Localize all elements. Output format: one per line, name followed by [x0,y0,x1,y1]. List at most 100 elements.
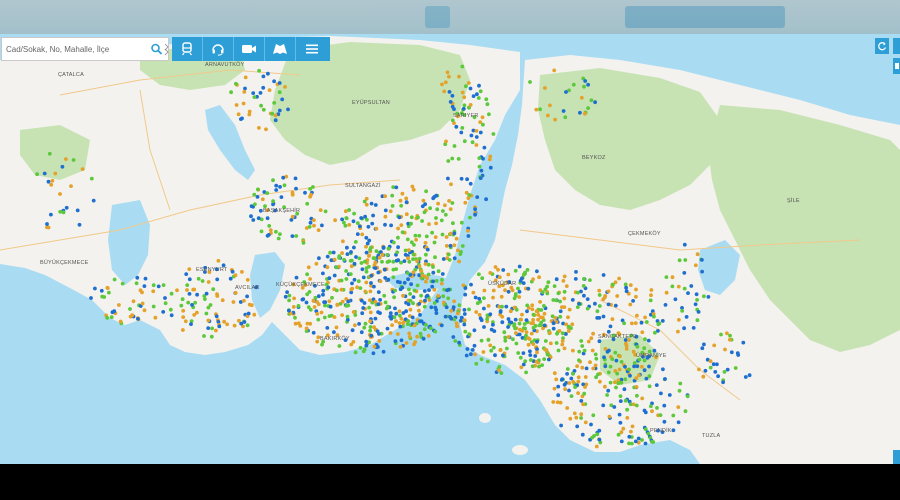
collapse-chevron-icon[interactable] [164,42,169,56]
facility-point[interactable] [249,303,254,308]
facility-point[interactable] [628,283,633,287]
facility-point[interactable] [466,81,471,85]
facility-point[interactable] [598,379,602,384]
facility-point[interactable] [424,189,428,194]
facility-point[interactable] [404,212,409,217]
facility-point[interactable] [661,367,665,372]
facility-point[interactable] [352,211,356,216]
facility-point[interactable] [723,347,727,352]
facility-point[interactable] [296,304,301,308]
facility-point[interactable] [531,318,535,322]
facility-point[interactable] [432,301,437,305]
facility-point[interactable] [733,366,738,370]
facility-point[interactable] [403,252,408,257]
facility-point[interactable] [670,275,675,280]
facility-point[interactable] [107,290,111,295]
facility-point[interactable] [266,71,270,76]
facility-point[interactable] [265,191,270,196]
facility-point[interactable] [606,302,611,307]
facility-point[interactable] [519,317,523,322]
facility-point[interactable] [564,90,568,94]
facility-point[interactable] [478,130,483,135]
facility-point[interactable] [258,91,263,95]
facility-point[interactable] [501,268,506,272]
facility-point[interactable] [233,273,238,278]
facility-point[interactable] [413,340,418,344]
facility-point[interactable] [50,178,55,183]
facility-point[interactable] [472,328,477,333]
facility-point[interactable] [427,288,431,292]
facility-point[interactable] [586,339,591,344]
facility-point[interactable] [450,93,455,98]
facility-point[interactable] [682,286,687,291]
facility-point[interactable] [608,324,613,329]
facility-point[interactable] [631,349,636,354]
facility-point[interactable] [328,304,333,309]
facility-point[interactable] [319,310,324,315]
facility-point[interactable] [394,258,399,263]
facility-point[interactable] [741,340,746,345]
facility-point[interactable] [593,363,598,368]
facility-point[interactable] [398,313,402,318]
facility-point[interactable] [120,281,125,286]
train-button[interactable] [172,37,203,61]
facility-point[interactable] [364,202,369,207]
facility-point[interactable] [349,287,354,292]
facility-point[interactable] [534,359,539,364]
facility-point[interactable] [391,259,396,264]
facility-point[interactable] [204,311,209,316]
facility-point[interactable] [210,326,215,331]
facility-point[interactable] [498,348,503,352]
facility-point[interactable] [530,364,535,369]
facility-point[interactable] [251,91,256,95]
facility-point[interactable] [346,299,351,304]
facility-point[interactable] [445,288,449,293]
facility-point[interactable] [573,385,577,389]
facility-point[interactable] [677,318,681,322]
facility-point[interactable] [251,218,256,222]
facility-point[interactable] [396,226,400,231]
facility-point[interactable] [220,298,225,303]
facility-point[interactable] [583,420,588,425]
facility-point[interactable] [686,291,690,295]
facility-point[interactable] [595,316,600,320]
facility-point[interactable] [260,197,265,202]
facility-point[interactable] [368,325,373,329]
facility-point[interactable] [576,290,580,295]
facility-point[interactable] [623,398,628,403]
facility-point[interactable] [506,325,510,329]
facility-point[interactable] [574,415,579,420]
facility-point[interactable] [474,143,479,147]
facility-point[interactable] [605,393,609,397]
facility-point[interactable] [488,343,493,348]
facility-point[interactable] [460,244,465,248]
support-button[interactable] [203,37,234,61]
facility-point[interactable] [563,387,567,392]
facility-point[interactable] [553,117,557,122]
facility-point[interactable] [421,198,426,203]
facility-point[interactable] [542,323,547,328]
facility-point[interactable] [545,284,549,289]
facility-point[interactable] [452,243,457,248]
facility-point[interactable] [506,335,511,339]
facility-point[interactable] [436,269,441,274]
facility-point[interactable] [460,126,465,130]
facility-point[interactable] [411,252,416,257]
facility-point[interactable] [467,332,472,336]
facility-point[interactable] [529,358,533,362]
facility-point[interactable] [185,283,190,287]
facility-point[interactable] [283,85,287,89]
facility-point[interactable] [634,287,638,292]
facility-point[interactable] [444,305,449,310]
facility-point[interactable] [644,376,649,381]
facility-point[interactable] [510,288,515,293]
facility-point[interactable] [514,341,519,346]
facility-point[interactable] [602,355,606,360]
facility-point[interactable] [142,308,147,313]
facility-point[interactable] [181,315,186,319]
facility-point[interactable] [256,187,260,192]
facility-point[interactable] [404,196,409,201]
facility-point[interactable] [492,329,497,333]
facility-point[interactable] [287,293,292,298]
facility-point[interactable] [383,300,388,305]
